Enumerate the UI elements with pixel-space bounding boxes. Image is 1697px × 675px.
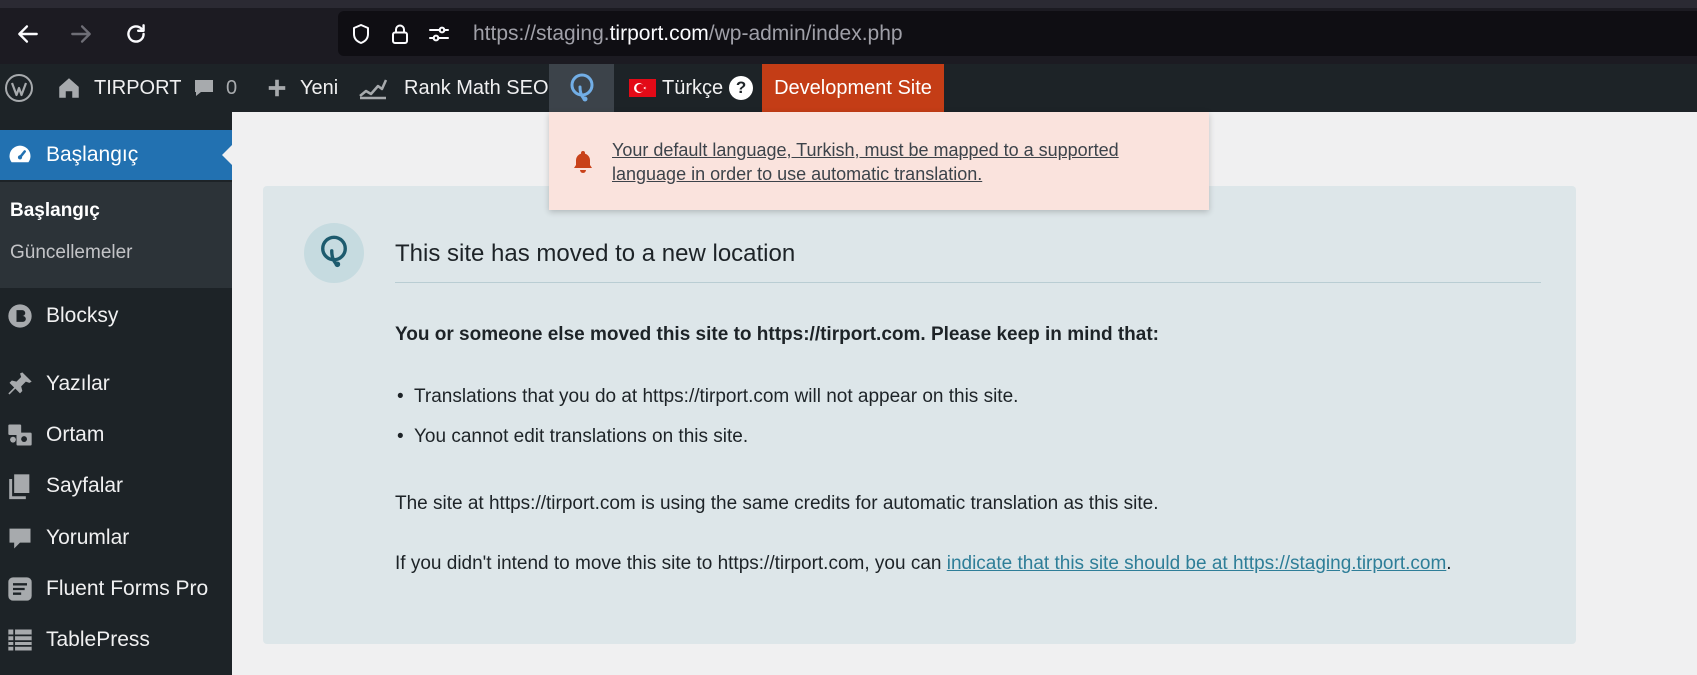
development-site-badge[interactable]: Development Site (762, 64, 944, 112)
panel-intro: You or someone else moved this site to h… (395, 324, 1160, 345)
new-content-link[interactable]: Yeni (266, 64, 338, 112)
sidebar-item-blocksy-label: Blocksy (46, 304, 119, 327)
browser-toolbar: https://staging.tirport.com/wp-admin/ind… (0, 0, 1697, 64)
comments-link[interactable]: 0 (192, 64, 237, 112)
sidebar-item-media[interactable]: Ortam (0, 410, 232, 460)
panel-title: This site has moved to a new location (395, 240, 796, 267)
new-content-label: Yeni (300, 76, 339, 99)
site-name-label: TIRPORT (94, 76, 182, 99)
site-name-link[interactable]: TIRPORT (56, 64, 181, 112)
intent-suffix: . (1446, 553, 1452, 574)
sidebar-item-comments-label: Yorumlar (46, 526, 130, 549)
panel-credits-text: The site at https://tirport.com is using… (395, 493, 1159, 514)
sidebar-item-pages-label: Sayfalar (46, 474, 124, 497)
submenu-item-updates[interactable]: Güncellemeler (10, 242, 133, 264)
site-moved-panel: This site has moved to a new location Yo… (263, 186, 1576, 644)
address-bar[interactable]: https://staging.tirport.com/wp-admin/ind… (338, 11, 1697, 56)
url-prefix: https://staging. (473, 22, 610, 45)
rank-math-icon (359, 79, 388, 100)
language-label: Türkçe (662, 76, 724, 99)
reload-button[interactable] (120, 18, 152, 50)
sidebar-item-tablepress[interactable]: TablePress (0, 615, 232, 665)
wpml-logo-icon (304, 223, 364, 283)
media-icon (5, 420, 35, 450)
url-path: /wp-admin/index.php (708, 22, 903, 45)
wpml-translate-icon (570, 73, 593, 102)
intent-prefix: If you didn't intend to move this site t… (395, 553, 947, 574)
reload-icon (127, 24, 145, 43)
indicate-staging-link[interactable]: indicate that this site should be at htt… (947, 553, 1447, 574)
turkey-flag-icon (629, 79, 656, 97)
admin-sidebar: Başlangıç Başlangıç Güncellemeler Blocks… (0, 112, 232, 675)
comments-count: 0 (226, 76, 238, 99)
lock-icon[interactable] (387, 21, 413, 47)
back-button[interactable] (12, 18, 44, 50)
sidebar-item-comments[interactable]: Yorumlar (0, 513, 232, 563)
table-icon (5, 625, 35, 655)
home-icon (59, 78, 79, 98)
language-switcher[interactable]: Türkçe ? (629, 64, 754, 112)
panel-divider (395, 282, 1541, 283)
development-site-label: Development Site (774, 76, 932, 99)
panel-bullet: You cannot edit translations on this sit… (397, 426, 748, 448)
dashboard-submenu: Başlangıç Güncellemeler (0, 182, 232, 288)
permissions-icon[interactable] (426, 21, 452, 47)
sidebar-item-tablepress-label: TablePress (46, 628, 150, 651)
sidebar-item-posts[interactable]: Yazılar (0, 359, 232, 409)
sidebar-item-media-label: Ortam (46, 423, 105, 446)
comment-bubble-icon (195, 80, 213, 96)
wordpress-logo-button[interactable] (0, 64, 38, 112)
rank-math-link[interactable]: Rank Math SEO (358, 64, 549, 112)
rank-math-label: Rank Math SEO (404, 76, 549, 99)
translation-notice-popover: Your default language, Turkish, must be … (549, 112, 1209, 210)
tab-strip-edge (0, 0, 1697, 8)
plus-icon (268, 79, 286, 97)
pushpin-icon (5, 369, 35, 399)
url-domain: tirport.com (609, 22, 709, 45)
help-icon[interactable]: ? (729, 76, 754, 100)
shield-icon[interactable] (348, 21, 374, 47)
back-icon (18, 25, 38, 43)
sidebar-item-pages[interactable]: Sayfalar (0, 461, 232, 511)
dashboard-gauge-icon (5, 140, 35, 170)
sidebar-item-fluent-forms-label: Fluent Forms Pro (46, 577, 209, 600)
url-text[interactable]: https://staging.tirport.com/wp-admin/ind… (473, 22, 903, 46)
wordpress-icon (5, 74, 33, 102)
sidebar-item-posts-label: Yazılar (46, 372, 110, 395)
forward-icon (71, 25, 91, 43)
blocksy-icon (5, 301, 35, 331)
comment-bubble-icon (5, 523, 35, 553)
sidebar-item-dashboard-label: Başlangıç (46, 143, 139, 166)
forward-button[interactable] (65, 18, 97, 50)
fluent-forms-icon (5, 574, 35, 604)
pages-icon (5, 471, 35, 501)
translation-menu-button[interactable] (549, 64, 614, 112)
panel-bullet: Translations that you do at https://tirp… (397, 386, 1018, 408)
sidebar-item-fluent-forms[interactable]: Fluent Forms Pro (0, 564, 232, 614)
wp-admin-bar: TIRPORT 0 Yeni Rank Math SEO Türkçe ? De… (0, 64, 1697, 112)
submenu-item-home[interactable]: Başlangıç (10, 200, 100, 222)
sidebar-item-dashboard[interactable]: Başlangıç (0, 130, 232, 180)
translation-notice-link[interactable]: Your default language, Turkish, must be … (612, 138, 1172, 186)
bell-icon (571, 149, 595, 180)
panel-intent-text: If you didn't intend to move this site t… (395, 553, 1452, 575)
sidebar-item-blocksy[interactable]: Blocksy (0, 291, 232, 341)
